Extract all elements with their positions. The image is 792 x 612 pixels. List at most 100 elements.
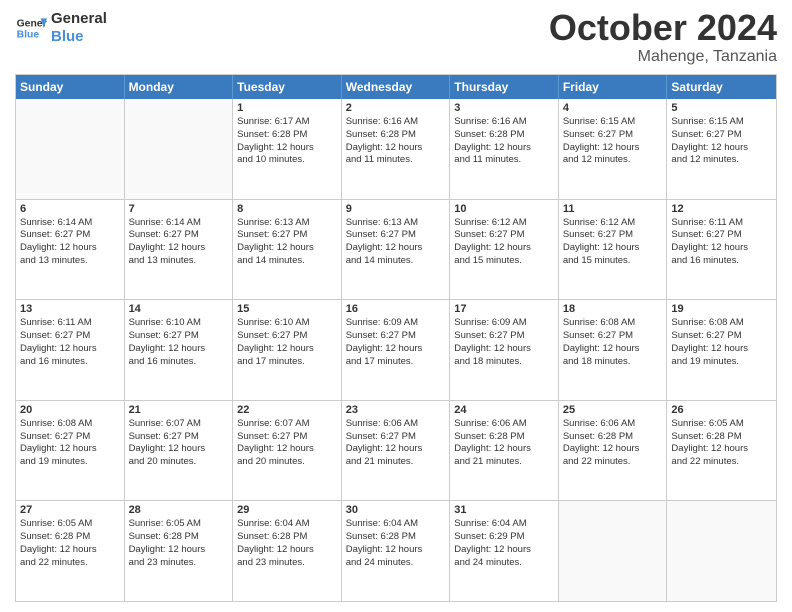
header-day-thursday: Thursday [450,75,559,99]
cell-info-line: Daylight: 12 hours [563,242,663,255]
cell-info-line: Daylight: 12 hours [129,443,229,456]
calendar-day-18: 18Sunrise: 6:08 AMSunset: 6:27 PMDayligh… [559,300,668,400]
cell-info-line: Daylight: 12 hours [454,544,554,557]
header-day-friday: Friday [559,75,668,99]
calendar-day-9: 9Sunrise: 6:13 AMSunset: 6:27 PMDaylight… [342,200,451,300]
calendar-day-13: 13Sunrise: 6:11 AMSunset: 6:27 PMDayligh… [16,300,125,400]
cell-info-line: Daylight: 12 hours [346,343,446,356]
cell-info-line: Sunrise: 6:09 AM [346,317,446,330]
cell-info-line: Daylight: 12 hours [237,343,337,356]
cell-info-line: Sunrise: 6:06 AM [563,418,663,431]
cell-info-line: and 16 minutes. [671,255,772,268]
cell-info-line: and 24 minutes. [346,557,446,570]
cell-info-line: Daylight: 12 hours [671,343,772,356]
cell-info-line: Sunset: 6:28 PM [454,431,554,444]
header-day-monday: Monday [125,75,234,99]
cell-info-line: Sunset: 6:27 PM [20,229,120,242]
calendar-day-26: 26Sunrise: 6:05 AMSunset: 6:28 PMDayligh… [667,401,776,501]
day-number: 30 [346,504,446,516]
cell-info-line: Sunset: 6:27 PM [237,330,337,343]
day-number: 31 [454,504,554,516]
cell-info-line: Sunset: 6:27 PM [671,330,772,343]
cell-info-line: and 17 minutes. [346,356,446,369]
title-block: October 2024 Mahenge, Tanzania [549,10,777,66]
day-number: 7 [129,203,229,215]
calendar-week-1: 1Sunrise: 6:17 AMSunset: 6:28 PMDaylight… [16,99,776,199]
cell-info-line: Sunrise: 6:05 AM [671,418,772,431]
cell-info-line: Sunset: 6:27 PM [671,229,772,242]
day-number: 5 [671,102,772,114]
cell-info-line: Daylight: 12 hours [20,242,120,255]
cell-info-line: Sunset: 6:28 PM [671,431,772,444]
day-number: 3 [454,102,554,114]
cell-info-line: Sunrise: 6:07 AM [129,418,229,431]
cell-info-line: and 15 minutes. [563,255,663,268]
logo-icon: General Blue [15,12,47,44]
cell-info-line: Daylight: 12 hours [563,142,663,155]
calendar-day-3: 3Sunrise: 6:16 AMSunset: 6:28 PMDaylight… [450,99,559,199]
cell-info-line: Sunset: 6:27 PM [237,431,337,444]
cell-info-line: Sunset: 6:27 PM [129,330,229,343]
calendar-day-29: 29Sunrise: 6:04 AMSunset: 6:28 PMDayligh… [233,501,342,601]
cell-info-line: Sunrise: 6:08 AM [20,418,120,431]
calendar-week-5: 27Sunrise: 6:05 AMSunset: 6:28 PMDayligh… [16,500,776,601]
day-number: 13 [20,303,120,315]
cell-info-line: Daylight: 12 hours [454,343,554,356]
page: General Blue General Blue October 2024 M… [0,0,792,612]
cell-info-line: Sunrise: 6:07 AM [237,418,337,431]
month-title: October 2024 [549,10,777,46]
cell-info-line: and 14 minutes. [346,255,446,268]
cell-info-line: Sunset: 6:27 PM [563,229,663,242]
day-number: 20 [20,404,120,416]
day-number: 1 [237,102,337,114]
calendar-day-12: 12Sunrise: 6:11 AMSunset: 6:27 PMDayligh… [667,200,776,300]
cell-info-line: Sunset: 6:27 PM [20,330,120,343]
cell-info-line: and 24 minutes. [454,557,554,570]
svg-text:Blue: Blue [17,30,40,41]
cell-info-line: Daylight: 12 hours [454,443,554,456]
cell-info-line: Sunrise: 6:06 AM [346,418,446,431]
day-number: 29 [237,504,337,516]
day-number: 8 [237,203,337,215]
cell-info-line: Daylight: 12 hours [563,343,663,356]
cell-info-line: Sunrise: 6:11 AM [20,317,120,330]
cell-info-line: Daylight: 12 hours [20,544,120,557]
calendar-day-21: 21Sunrise: 6:07 AMSunset: 6:27 PMDayligh… [125,401,234,501]
calendar-day-16: 16Sunrise: 6:09 AMSunset: 6:27 PMDayligh… [342,300,451,400]
cell-info-line: Sunrise: 6:09 AM [454,317,554,330]
calendar-day-14: 14Sunrise: 6:10 AMSunset: 6:27 PMDayligh… [125,300,234,400]
calendar-day-19: 19Sunrise: 6:08 AMSunset: 6:27 PMDayligh… [667,300,776,400]
calendar-day-5: 5Sunrise: 6:15 AMSunset: 6:27 PMDaylight… [667,99,776,199]
calendar-empty-cell [125,99,234,199]
day-number: 22 [237,404,337,416]
calendar-day-27: 27Sunrise: 6:05 AMSunset: 6:28 PMDayligh… [16,501,125,601]
cell-info-line: Sunrise: 6:14 AM [20,217,120,230]
calendar-day-11: 11Sunrise: 6:12 AMSunset: 6:27 PMDayligh… [559,200,668,300]
cell-info-line: Sunset: 6:27 PM [563,330,663,343]
cell-info-line: Sunset: 6:27 PM [346,229,446,242]
calendar-week-4: 20Sunrise: 6:08 AMSunset: 6:27 PMDayligh… [16,400,776,501]
cell-info-line: and 21 minutes. [454,456,554,469]
cell-info-line: Sunrise: 6:05 AM [129,518,229,531]
cell-info-line: and 21 minutes. [346,456,446,469]
day-number: 19 [671,303,772,315]
calendar-day-23: 23Sunrise: 6:06 AMSunset: 6:27 PMDayligh… [342,401,451,501]
cell-info-line: Sunset: 6:27 PM [346,431,446,444]
day-number: 10 [454,203,554,215]
cell-info-line: and 18 minutes. [454,356,554,369]
cell-info-line: Sunset: 6:28 PM [454,129,554,142]
day-number: 2 [346,102,446,114]
day-number: 23 [346,404,446,416]
cell-info-line: Sunset: 6:27 PM [454,330,554,343]
cell-info-line: Daylight: 12 hours [563,443,663,456]
cell-info-line: Sunrise: 6:12 AM [563,217,663,230]
cell-info-line: Daylight: 12 hours [237,242,337,255]
cell-info-line: Sunset: 6:28 PM [346,531,446,544]
calendar-day-22: 22Sunrise: 6:07 AMSunset: 6:27 PMDayligh… [233,401,342,501]
cell-info-line: Sunrise: 6:05 AM [20,518,120,531]
cell-info-line: Sunset: 6:27 PM [20,431,120,444]
header-day-wednesday: Wednesday [342,75,451,99]
day-number: 15 [237,303,337,315]
cell-info-line: and 20 minutes. [129,456,229,469]
calendar-week-2: 6Sunrise: 6:14 AMSunset: 6:27 PMDaylight… [16,199,776,300]
